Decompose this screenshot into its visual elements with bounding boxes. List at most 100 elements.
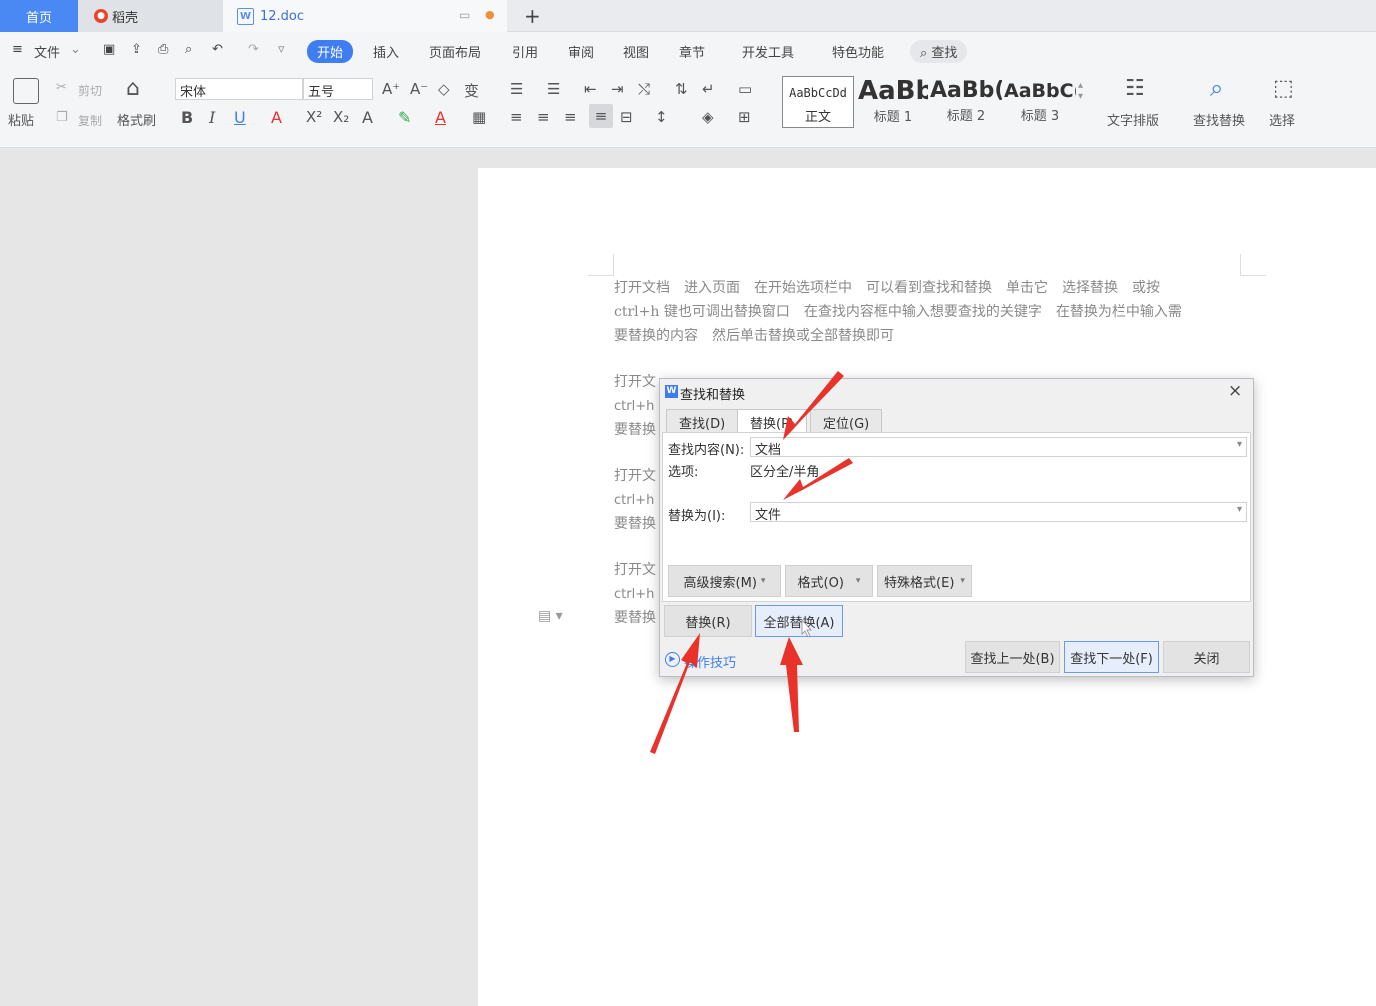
distribute-icon[interactable]: ⊟ bbox=[620, 108, 633, 126]
paragraph-line: ctrl+h bbox=[614, 587, 655, 602]
find-previous-button[interactable]: 查找上一处(B) bbox=[965, 641, 1060, 673]
superscript-icon[interactable]: X² bbox=[306, 108, 322, 126]
find-replace-icon[interactable]: ⌕ bbox=[1210, 74, 1223, 102]
align-right-icon[interactable]: ≡ bbox=[564, 108, 577, 126]
redo-icon[interactable]: ↷ bbox=[248, 42, 259, 57]
show-marks-icon[interactable]: ↵ bbox=[702, 80, 715, 98]
dialog-close-button[interactable]: 关闭 bbox=[1163, 641, 1250, 673]
chevron-down-icon[interactable]: ▾ bbox=[1237, 504, 1242, 515]
style-heading-1[interactable]: AaBb 标题 1 bbox=[858, 76, 928, 128]
subscript-icon[interactable]: X₂ bbox=[333, 108, 349, 126]
find-replace-button[interactable]: 查找替换 bbox=[1193, 110, 1245, 129]
format-painter-button[interactable]: 格式刷 bbox=[117, 110, 156, 129]
menu-search[interactable]: ⌕ 查找 bbox=[910, 40, 968, 63]
bold-button[interactable]: B bbox=[181, 108, 193, 127]
menu-review[interactable]: 审阅 bbox=[568, 42, 594, 61]
pinyin-icon[interactable]: 变 bbox=[464, 80, 479, 101]
strikethrough-icon[interactable]: A bbox=[271, 108, 282, 127]
chinese-layout-icon[interactable]: ⤭ bbox=[638, 80, 650, 98]
hamburger-icon[interactable]: ≡ bbox=[12, 42, 23, 57]
decrease-indent-icon[interactable]: ⇤ bbox=[584, 80, 597, 98]
tab-document[interactable]: W 12.doc ▭ ● bbox=[223, 0, 507, 32]
align-center-icon[interactable]: ≡ bbox=[537, 108, 550, 126]
format-button[interactable]: 格式(O) ▾ bbox=[785, 565, 873, 597]
menu-insert[interactable]: 插入 bbox=[373, 42, 399, 61]
select-button[interactable]: 选择 bbox=[1269, 110, 1295, 129]
screen-icon[interactable]: ▭ bbox=[459, 8, 470, 22]
replace-label: 替换为(I): bbox=[668, 509, 726, 524]
chevron-down-icon[interactable]: ▾ bbox=[1237, 439, 1242, 450]
paragraph-line: 要替换的内容 然后单击替换或全部替换即可 bbox=[614, 328, 894, 344]
sort-icon[interactable]: ⇅ bbox=[675, 80, 688, 98]
find-next-button[interactable]: 查找下一处(F) bbox=[1064, 641, 1159, 673]
align-left-icon[interactable]: ≡ bbox=[510, 108, 523, 126]
grow-font-icon[interactable]: A⁺ bbox=[382, 80, 400, 98]
clear-format-icon[interactable]: ◇ bbox=[438, 80, 450, 98]
select-icon[interactable]: ⬚ bbox=[1273, 76, 1294, 101]
undo-icon[interactable]: ↶ bbox=[212, 42, 223, 57]
style-heading-3[interactable]: AaBbC( 标题 3 bbox=[1004, 80, 1076, 128]
styles-scroll-icon[interactable]: ▴ ▾ bbox=[1078, 80, 1083, 102]
tab-home[interactable]: 首页 bbox=[0, 0, 78, 32]
print-icon[interactable]: ⎙ bbox=[158, 42, 168, 57]
font-size-select[interactable]: 五号 bbox=[303, 78, 373, 100]
chevron-down-icon[interactable]: ⌄ bbox=[70, 42, 81, 57]
cut-button[interactable]: 剪切 bbox=[78, 82, 102, 99]
find-replace-dialog: W 查找和替换 × 查找(D) 替换(P) 定位(G) 查找内容(N): 文档 ▾… bbox=[659, 378, 1254, 677]
justify-icon[interactable]: ≡ bbox=[589, 104, 613, 128]
menu-chapter[interactable]: 章节 bbox=[679, 42, 705, 61]
copy-icon[interactable]: ❐ bbox=[56, 110, 68, 125]
find-input[interactable]: 文档 ▾ bbox=[750, 437, 1247, 458]
quick-access-dropdown-icon[interactable]: ▿ bbox=[278, 42, 285, 57]
advanced-search-button[interactable]: 高级搜索(M) ▾ bbox=[668, 565, 781, 597]
style-heading-2[interactable]: AaBb( 标题 2 bbox=[930, 78, 1002, 128]
menu-start[interactable]: 开始 bbox=[307, 40, 354, 63]
paragraph-layout-icon[interactable]: ▤ ▾ bbox=[538, 608, 563, 624]
tab-replace[interactable]: 替换(P) bbox=[737, 409, 807, 433]
increase-indent-icon[interactable]: ⇥ bbox=[611, 80, 624, 98]
special-format-button[interactable]: 特殊格式(E) ▾ bbox=[877, 565, 972, 597]
line-spacing-icon[interactable]: ↕ bbox=[655, 108, 668, 126]
paste-button[interactable]: 粘贴 bbox=[8, 110, 34, 129]
tab-goto[interactable]: 定位(G) bbox=[810, 409, 883, 433]
char-border-icon[interactable]: ▦ bbox=[472, 108, 486, 126]
highlight-icon[interactable]: ✎ bbox=[398, 108, 411, 127]
new-tab-button[interactable]: + bbox=[524, 0, 541, 32]
font-name-select[interactable]: 宋体 bbox=[175, 78, 303, 100]
replace-all-button[interactable]: 全部替换(A) bbox=[755, 605, 843, 637]
table-icon[interactable]: ▭ bbox=[738, 80, 752, 98]
cut-icon[interactable]: ✂ bbox=[56, 80, 67, 95]
menu-features[interactable]: 特色功能 bbox=[832, 42, 884, 61]
replace-button[interactable]: 替换(R) bbox=[664, 605, 752, 637]
shading-icon[interactable]: ◈ bbox=[702, 108, 714, 126]
format-painter-icon[interactable]: ⌂ bbox=[126, 76, 140, 101]
numbered-list-icon[interactable]: ☰ bbox=[547, 80, 560, 98]
shrink-font-icon[interactable]: A⁻ bbox=[410, 80, 428, 98]
save-icon[interactable]: ▣ bbox=[103, 42, 115, 57]
menu-dev-tools[interactable]: 开发工具 bbox=[742, 42, 794, 61]
close-icon[interactable]: × bbox=[1228, 381, 1242, 401]
copy-button[interactable]: 复制 bbox=[78, 112, 102, 129]
menu-reference[interactable]: 引用 bbox=[512, 42, 538, 61]
replace-input[interactable]: 文件 ▾ bbox=[750, 502, 1247, 523]
text-layout-button[interactable]: 文字排版 bbox=[1107, 110, 1159, 129]
menu-page-layout[interactable]: 页面布局 bbox=[429, 42, 481, 61]
tab-find[interactable]: 查找(D) bbox=[666, 409, 739, 433]
underline-button[interactable]: U bbox=[234, 108, 246, 127]
paste-icon[interactable] bbox=[13, 78, 39, 104]
paragraph-line: 要替换 bbox=[614, 610, 656, 626]
bullet-list-icon[interactable]: ☰ bbox=[510, 80, 523, 98]
text-effect-icon[interactable]: A bbox=[362, 108, 373, 127]
export-icon[interactable]: ⇪ bbox=[131, 42, 142, 57]
tips-link[interactable]: 操作技巧 bbox=[684, 652, 736, 671]
italic-button[interactable]: I bbox=[209, 108, 215, 127]
print-preview-icon[interactable]: ⌕ bbox=[185, 42, 192, 57]
menu-file[interactable]: 文件 bbox=[34, 42, 60, 61]
play-tips-icon[interactable]: ▶ bbox=[665, 652, 680, 667]
text-layout-icon[interactable]: ☷ bbox=[1125, 76, 1145, 101]
borders-icon[interactable]: ⊞ bbox=[738, 108, 751, 126]
font-color-icon[interactable]: A bbox=[435, 108, 446, 127]
tab-daoke[interactable]: ● 稻壳 bbox=[78, 0, 223, 32]
menu-view[interactable]: 视图 bbox=[623, 42, 649, 61]
style-normal[interactable]: AaBbCcDd 正文 bbox=[782, 76, 854, 128]
